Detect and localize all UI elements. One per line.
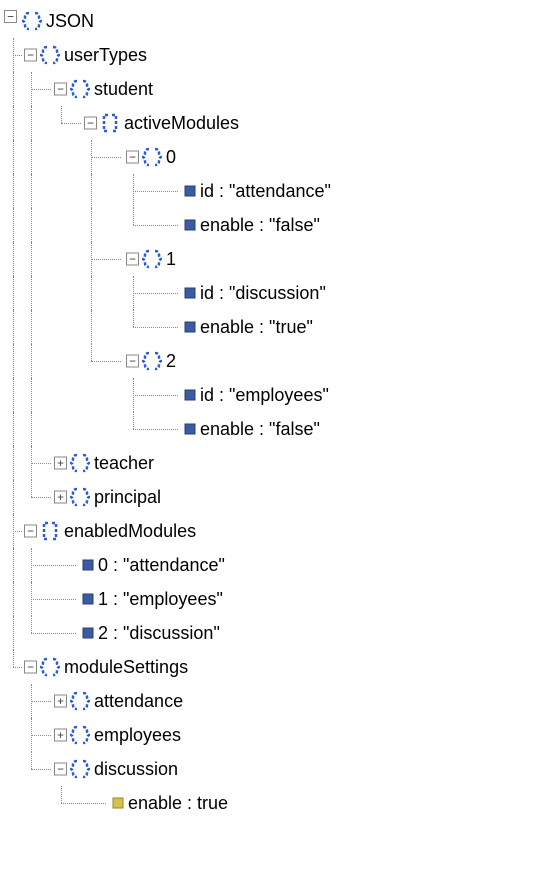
node-label: activeModules bbox=[124, 113, 239, 134]
json-property-icon bbox=[184, 185, 196, 197]
tree-row-root[interactable]: − JSON bbox=[4, 4, 556, 38]
tree-row-usertypes[interactable]: − userTypes bbox=[4, 38, 556, 72]
tree-row-leaf[interactable]: enable : "false" bbox=[4, 412, 556, 446]
expand-toggle[interactable]: − bbox=[84, 117, 97, 130]
node-label: discussion bbox=[94, 759, 178, 780]
json-object-icon bbox=[70, 725, 90, 745]
node-label: enabledModules bbox=[64, 521, 196, 542]
expand-toggle[interactable]: − bbox=[24, 49, 37, 62]
expand-toggle[interactable]: + bbox=[54, 491, 67, 504]
node-label: attendance bbox=[94, 691, 183, 712]
tree-row-student[interactable]: − student bbox=[4, 72, 556, 106]
node-label: id : "employees" bbox=[200, 385, 329, 406]
json-object-icon bbox=[70, 79, 90, 99]
expand-toggle[interactable]: + bbox=[54, 695, 67, 708]
json-object-icon bbox=[40, 657, 60, 677]
tree-row-leaf[interactable]: id : "discussion" bbox=[4, 276, 556, 310]
node-label: 1 : "employees" bbox=[98, 589, 223, 610]
json-object-icon bbox=[142, 249, 162, 269]
tree-row-leaf[interactable]: enable : "true" bbox=[4, 310, 556, 344]
node-label: id : "discussion" bbox=[200, 283, 326, 304]
json-object-icon bbox=[22, 11, 42, 31]
json-object-icon bbox=[40, 45, 60, 65]
node-label: enable : true bbox=[128, 793, 228, 814]
json-object-icon bbox=[70, 453, 90, 473]
expand-toggle[interactable]: − bbox=[54, 763, 67, 776]
tree-row-teacher[interactable]: + teacher bbox=[4, 446, 556, 480]
tree-row-ms-employees[interactable]: + employees bbox=[4, 718, 556, 752]
json-array-icon bbox=[100, 113, 120, 133]
tree-row-leaf[interactable]: 0 : "attendance" bbox=[4, 548, 556, 582]
json-value-icon bbox=[112, 797, 124, 809]
tree-row-ms-attendance[interactable]: + attendance bbox=[4, 684, 556, 718]
node-label: student bbox=[94, 79, 153, 100]
node-label: teacher bbox=[94, 453, 154, 474]
node-label: employees bbox=[94, 725, 181, 746]
json-property-icon bbox=[184, 287, 196, 299]
node-label: enable : "false" bbox=[200, 215, 320, 236]
node-label: enable : "true" bbox=[200, 317, 313, 338]
node-label: 2 : "discussion" bbox=[98, 623, 220, 644]
json-property-icon bbox=[184, 219, 196, 231]
json-array-icon bbox=[40, 521, 60, 541]
tree-row-array-item[interactable]: − 2 bbox=[4, 344, 556, 378]
json-property-icon bbox=[82, 593, 94, 605]
json-property-icon bbox=[184, 389, 196, 401]
node-label: moduleSettings bbox=[64, 657, 188, 678]
tree-row-leaf[interactable]: 2 : "discussion" bbox=[4, 616, 556, 650]
tree-row-leaf[interactable]: id : "employees" bbox=[4, 378, 556, 412]
tree-row-modulesettings[interactable]: − moduleSettings bbox=[4, 650, 556, 684]
node-label: id : "attendance" bbox=[200, 181, 331, 202]
json-object-icon bbox=[142, 351, 162, 371]
node-label: userTypes bbox=[64, 45, 147, 66]
json-object-icon bbox=[70, 487, 90, 507]
json-property-icon bbox=[82, 627, 94, 639]
expand-toggle[interactable]: − bbox=[24, 525, 37, 538]
expand-toggle[interactable]: − bbox=[126, 355, 139, 368]
node-label: 2 bbox=[166, 351, 176, 372]
expand-toggle[interactable]: + bbox=[54, 457, 67, 470]
tree-row-principal[interactable]: + principal bbox=[4, 480, 556, 514]
expand-toggle[interactable]: − bbox=[54, 83, 67, 96]
tree-row-leaf[interactable]: enable : "false" bbox=[4, 208, 556, 242]
node-label: enable : "false" bbox=[200, 419, 320, 440]
tree-row-array-item[interactable]: − 1 bbox=[4, 242, 556, 276]
tree-row-leaf[interactable]: 1 : "employees" bbox=[4, 582, 556, 616]
json-property-icon bbox=[184, 423, 196, 435]
tree-row-activemodules[interactable]: − activeModules bbox=[4, 106, 556, 140]
tree-row-leaf[interactable]: id : "attendance" bbox=[4, 174, 556, 208]
tree-row-enabledmodules[interactable]: − enabledModules bbox=[4, 514, 556, 548]
expand-toggle[interactable]: − bbox=[4, 10, 17, 23]
tree-row-array-item[interactable]: − 0 bbox=[4, 140, 556, 174]
node-label: JSON bbox=[46, 11, 94, 32]
expand-toggle[interactable]: − bbox=[126, 253, 139, 266]
json-property-icon bbox=[82, 559, 94, 571]
json-property-icon bbox=[184, 321, 196, 333]
tree-row-leaf[interactable]: enable : true bbox=[4, 786, 556, 820]
expand-toggle[interactable]: − bbox=[24, 661, 37, 674]
node-label: 1 bbox=[166, 249, 176, 270]
tree-row-ms-discussion[interactable]: − discussion bbox=[4, 752, 556, 786]
expand-toggle[interactable]: − bbox=[126, 151, 139, 164]
expand-toggle[interactable]: + bbox=[54, 729, 67, 742]
json-object-icon bbox=[70, 691, 90, 711]
node-label: principal bbox=[94, 487, 161, 508]
node-label: 0 bbox=[166, 147, 176, 168]
node-label: 0 : "attendance" bbox=[98, 555, 225, 576]
json-object-icon bbox=[142, 147, 162, 167]
json-tree: − JSON − userTypes − student bbox=[0, 0, 556, 820]
json-object-icon bbox=[70, 759, 90, 779]
